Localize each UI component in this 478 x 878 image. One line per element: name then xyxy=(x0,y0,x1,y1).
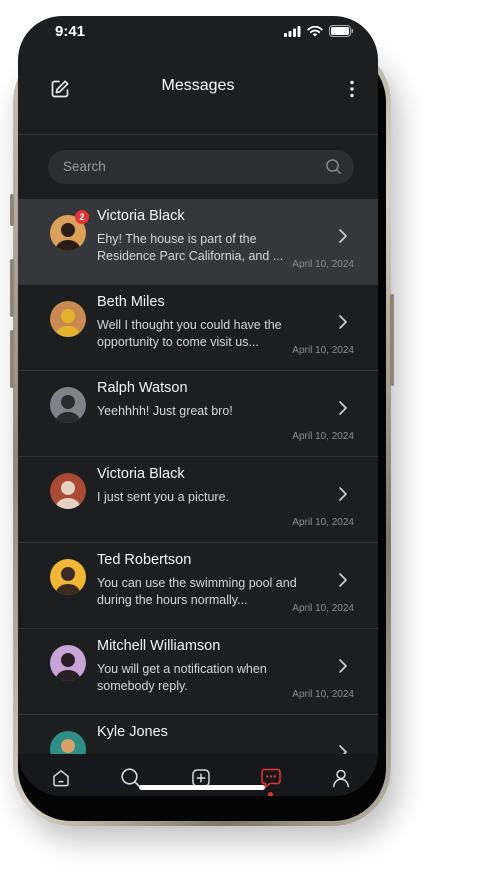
status-time: 9:41 xyxy=(55,23,86,40)
conversation-item[interactable]: 2 Victoria Black Ehy! The house is part of… xyxy=(18,199,378,285)
message-preview: I just sent you a picture. xyxy=(97,490,230,504)
contact-name: Kyle Jones xyxy=(97,724,168,740)
message-preview: Well I thought you could have the opport… xyxy=(97,318,282,349)
chevron-right-icon[interactable] xyxy=(338,572,348,588)
avatar xyxy=(50,559,86,595)
message-preview: Yeehhhh! Just great bro! xyxy=(97,404,233,418)
home-icon xyxy=(53,770,69,787)
message-date: April 10, 2024 xyxy=(292,345,354,356)
message-preview: Ehy! The house is part of the Residence … xyxy=(97,232,284,263)
message-date: April 10, 2024 xyxy=(292,259,354,270)
search-input[interactable]: Search xyxy=(63,159,106,174)
conversation-item[interactable]: Ted Robertson You can use the swimming po… xyxy=(18,543,378,629)
search-bar[interactable]: Search xyxy=(48,150,354,184)
avatar-photo xyxy=(50,559,86,595)
chevron-right-icon[interactable] xyxy=(338,486,348,502)
avatar xyxy=(50,387,86,423)
nav-profile[interactable] xyxy=(329,766,353,790)
unread-badge: 2 xyxy=(75,210,89,224)
active-nav-indicator xyxy=(268,792,273,796)
contact-name: Victoria Black xyxy=(97,466,185,482)
chevron-right-icon[interactable] xyxy=(338,314,348,330)
chevron-right-icon[interactable] xyxy=(338,400,348,416)
user-icon xyxy=(333,769,349,788)
avatar-photo xyxy=(50,473,86,509)
message-date: April 10, 2024 xyxy=(292,517,354,528)
contact-name: Ted Robertson xyxy=(97,552,192,568)
message-date: April 10, 2024 xyxy=(292,689,354,700)
message-date: April 10, 2024 xyxy=(292,603,354,614)
chevron-right-icon[interactable] xyxy=(338,658,348,674)
chevron-right-icon[interactable] xyxy=(338,228,348,244)
volume-down-button xyxy=(10,330,14,388)
contact-name: Victoria Black xyxy=(97,208,185,224)
avatar xyxy=(50,731,86,754)
message-preview: You will get a notification when somebod… xyxy=(97,662,267,693)
contact-name: Ralph Watson xyxy=(97,380,188,396)
mute-switch xyxy=(10,194,14,226)
conversation-item[interactable]: Beth Miles Well I thought you could have … xyxy=(18,285,378,371)
conversation-item[interactable]: Victoria Black I just sent you a picture.… xyxy=(18,457,378,543)
power-button xyxy=(390,294,394,386)
more-options-button[interactable] xyxy=(340,77,364,101)
status-bar: 9:41 xyxy=(18,16,378,56)
screen: 9:41 Messages Search 2 Victoria Black Eh… xyxy=(18,16,378,796)
header-divider xyxy=(18,134,378,135)
nav-home[interactable] xyxy=(49,766,73,790)
more-vertical-icon xyxy=(350,80,354,98)
chevron-right-icon[interactable] xyxy=(338,744,348,754)
message-preview: You can use the swimming pool and during… xyxy=(97,576,297,607)
contact-name: Beth Miles xyxy=(97,294,165,310)
contact-name: Mitchell Williamson xyxy=(97,638,221,654)
search-icon[interactable] xyxy=(325,158,342,175)
conversation-list: 2 Victoria Black Ehy! The house is part of… xyxy=(18,199,378,754)
wifi-icon xyxy=(307,25,323,36)
conversation-item[interactable]: Ralph Watson Yeehhhh! Just great bro! Apri… xyxy=(18,371,378,457)
battery-icon xyxy=(329,25,354,37)
avatar xyxy=(50,645,86,681)
cellular-signal-icon xyxy=(284,25,301,37)
page-title: Messages xyxy=(161,77,235,94)
volume-up-button xyxy=(10,259,14,317)
conversation-item[interactable]: Mitchell Williamson You will get a notifi… xyxy=(18,629,378,715)
avatar-photo xyxy=(50,301,86,337)
status-icons xyxy=(284,25,354,37)
avatar-photo xyxy=(50,645,86,681)
home-indicator xyxy=(139,785,265,790)
avatar xyxy=(50,301,86,337)
header: Messages xyxy=(18,68,378,110)
avatar-photo xyxy=(50,387,86,423)
message-date: April 10, 2024 xyxy=(292,431,354,442)
avatar-photo xyxy=(50,731,86,754)
conversation-item[interactable]: Kyle Jones xyxy=(18,715,378,754)
avatar xyxy=(50,473,86,509)
